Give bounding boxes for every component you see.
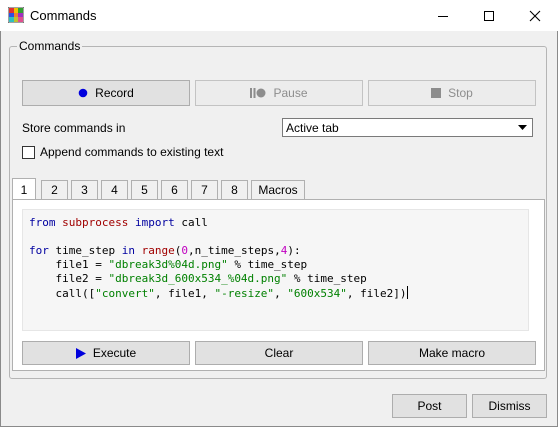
- dismiss-button[interactable]: Dismiss: [472, 394, 547, 418]
- clear-button-label: Clear: [264, 346, 294, 360]
- commands-group-label: Commands: [17, 39, 83, 53]
- title-bar[interactable]: Commands: [0, 0, 558, 31]
- append-commands-label: Append commands to existing text: [40, 145, 224, 159]
- tab-label: 1: [20, 182, 28, 197]
- tab-1[interactable]: 1: [12, 178, 36, 200]
- code-line-5: file2 = "dbreak3d_600x534_%04d.png" % ti…: [29, 272, 367, 285]
- pause-icon: [250, 88, 266, 98]
- close-button[interactable]: [512, 0, 558, 31]
- colorful-grid-icon: [8, 7, 24, 23]
- tab-6[interactable]: 6: [161, 180, 188, 199]
- tab-label: 6: [171, 183, 178, 197]
- post-button[interactable]: Post: [392, 394, 467, 418]
- record-dot-icon: [78, 88, 88, 98]
- code-line-4: file1 = "dbreak3d%04d.png" % time_step: [29, 258, 308, 271]
- window-title: Commands: [30, 8, 97, 23]
- tab-label: 8: [231, 183, 238, 197]
- pause-button[interactable]: Pause: [195, 80, 363, 106]
- record-button-label: Record: [95, 86, 134, 100]
- post-button-label: Post: [417, 399, 442, 413]
- tab-4[interactable]: 4: [101, 180, 128, 199]
- store-commands-select[interactable]: Active tab: [282, 118, 533, 137]
- clear-button[interactable]: Clear: [195, 341, 363, 365]
- stop-button-label: Stop: [448, 86, 473, 100]
- tab-label: 3: [81, 183, 88, 197]
- dismiss-button-label: Dismiss: [488, 399, 531, 413]
- tab-8[interactable]: 8: [221, 180, 248, 199]
- close-icon: [529, 10, 541, 21]
- tab-label: 5: [141, 183, 148, 197]
- text-caret: [406, 286, 408, 299]
- store-commands-value: Active tab: [286, 121, 339, 135]
- chevron-down-icon: [515, 121, 530, 134]
- maximize-icon: [484, 10, 494, 21]
- execute-button-label: Execute: [92, 346, 137, 360]
- tab-2[interactable]: 2: [41, 180, 68, 199]
- make-macro-button-label: Make macro: [418, 346, 486, 360]
- tab-label: Macros: [258, 183, 298, 197]
- tab-3[interactable]: 3: [71, 180, 98, 199]
- stop-square-icon: [431, 88, 442, 98]
- pause-button-label: Pause: [273, 86, 308, 100]
- minimize-icon: [438, 15, 448, 17]
- code-line-3: for time_step in range(0,n_time_steps,4)…: [29, 244, 301, 257]
- store-commands-label: Store commands in: [22, 121, 126, 135]
- execute-button[interactable]: Execute: [22, 341, 190, 365]
- tab-macros[interactable]: Macros: [251, 180, 305, 199]
- tab-label: 4: [111, 183, 118, 197]
- play-arrow-icon: [75, 347, 86, 359]
- stop-button[interactable]: Stop: [368, 80, 536, 106]
- maximize-button[interactable]: [466, 0, 512, 31]
- code-line-1: from subprocess import call: [29, 216, 208, 229]
- append-commands-checkbox[interactable]: [22, 146, 35, 159]
- tab-5[interactable]: 5: [131, 180, 158, 199]
- tab-label: 2: [51, 183, 58, 197]
- tab-label: 7: [201, 183, 208, 197]
- minimize-button[interactable]: [420, 0, 466, 31]
- record-button[interactable]: Record: [22, 80, 190, 106]
- code-line-6: call(["convert", file1, "-resize", "600x…: [29, 286, 408, 300]
- make-macro-button[interactable]: Make macro: [368, 341, 536, 365]
- code-editor[interactable]: from subprocess import call for time_ste…: [22, 209, 529, 331]
- tab-7[interactable]: 7: [191, 180, 218, 199]
